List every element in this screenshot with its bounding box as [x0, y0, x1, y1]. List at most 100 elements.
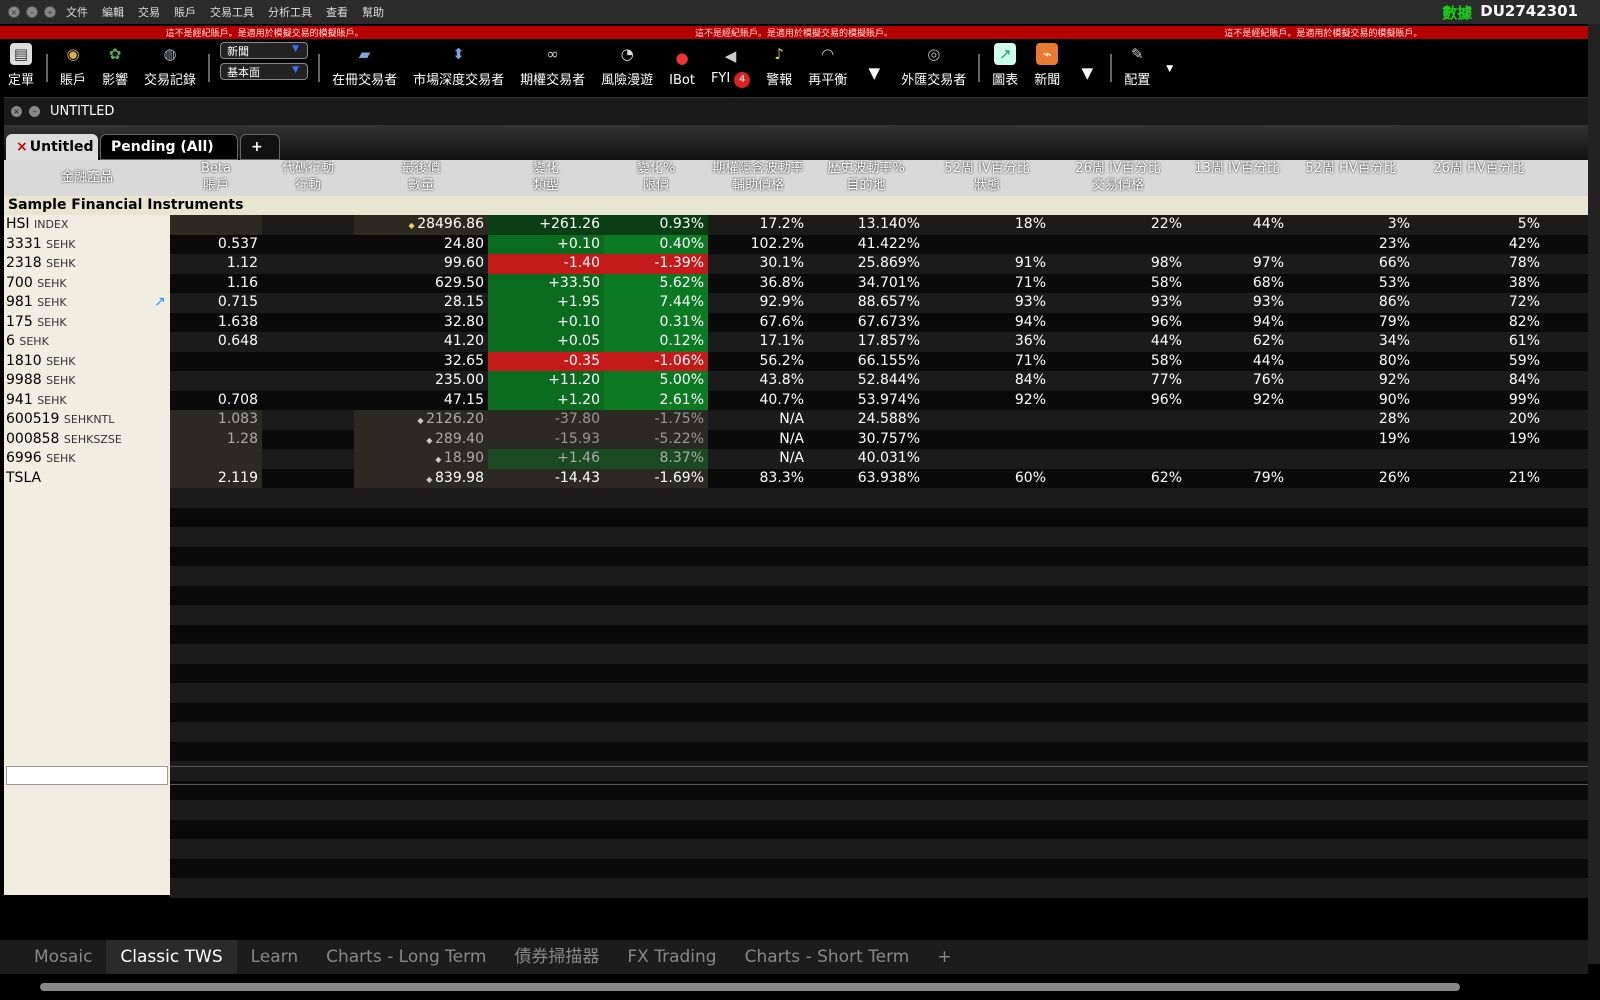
close-window-button[interactable]: × — [8, 6, 20, 18]
table-row[interactable]: 2318 SEHK 1.12 99.60 -1.40 -1.39% 30.1% 25.869… — [4, 254, 1588, 274]
book-trader-button[interactable]: ▰ 在冊交易者 — [332, 43, 397, 88]
col-beta[interactable]: Beta 賬戶 — [170, 160, 262, 194]
cell-pct: -5.22% — [604, 429, 708, 449]
config-dropdown[interactable]: ▼ — [1166, 64, 1173, 74]
close-icon[interactable]: × — [16, 139, 28, 155]
layout-tab[interactable]: Charts - Short Term — [731, 940, 924, 974]
vertical-scrollbar[interactable] — [1588, 24, 1600, 964]
tab-pending[interactable]: Pending (All) — [100, 134, 238, 160]
menu-bar: × – + 文件 編輯 交易 賬戶 交易工具 分析工具 查看 幫助 數據 DU2… — [0, 0, 1600, 24]
menu-trading-tools[interactable]: 交易工具 — [210, 4, 254, 20]
table-row[interactable]: 3331 SEHK 0.537 24.80 +0.10 0.40% 102.2% 41.42… — [4, 234, 1588, 255]
instrument-symbol[interactable]: 1810 SEHK — [6, 352, 166, 372]
fundamentals-dropdown[interactable]: 基本面 — [220, 63, 309, 80]
fx-trader-button[interactable]: ◎ 外匯交易者 — [901, 43, 966, 88]
menu-analysis-tools[interactable]: 分析工具 — [268, 4, 312, 20]
account-button[interactable]: ◉ 賬戶 — [60, 43, 86, 88]
add-tab-button[interactable]: + — [240, 134, 280, 160]
minimize-icon[interactable]: – — [29, 106, 40, 117]
menu-edit[interactable]: 編輯 — [102, 4, 124, 20]
table-row[interactable]: 9988 SEHK 235.00 +11.20 5.00% 43.8% 52.844% 84… — [4, 371, 1588, 391]
charts-button[interactable]: ↗ 圖表 — [992, 43, 1018, 88]
instrument-symbol[interactable]: 3331 SEHK — [6, 235, 166, 255]
col-label: 變化% — [636, 161, 676, 176]
ibot-button[interactable]: ● IBot — [669, 47, 695, 88]
trade-log-button[interactable]: ◍ 交易記錄 — [144, 43, 196, 88]
instrument-symbol[interactable]: 2318 SEHK — [6, 254, 166, 274]
instrument-symbol[interactable]: 9988 SEHK — [6, 371, 166, 391]
symbol-code: 700 — [6, 274, 33, 291]
depth-trader-button[interactable]: ⬍ 市場深度交易者 — [413, 43, 504, 88]
menu-help[interactable]: 幫助 — [362, 4, 384, 20]
news-dropdown[interactable]: 新聞 — [220, 42, 309, 59]
alert-button[interactable]: ♪ 警報 — [766, 43, 792, 88]
instrument-symbol[interactable]: HSI INDEX — [6, 215, 166, 235]
instrument-symbol[interactable]: 000858 SEHKSZSE — [6, 430, 166, 450]
col-label: 交易價格 — [1091, 178, 1144, 193]
col-iv26[interactable]: 26周 IV百分比 交易價格 — [1050, 160, 1186, 194]
impact-button[interactable]: ✿ 影響 — [102, 43, 128, 88]
more-tools-dropdown[interactable]: ▼ — [863, 62, 885, 88]
cell-iv26: 22% — [1150, 216, 1182, 232]
col-iv52[interactable]: 52周 IV百分比 狀態 — [924, 160, 1050, 194]
menu-file[interactable]: 文件 — [66, 4, 88, 20]
data-indicator[interactable]: 數據 — [1442, 2, 1472, 23]
horizontal-scrollbar[interactable] — [40, 983, 1460, 991]
instrument-symbol[interactable]: TSLA — [6, 469, 166, 489]
risk-navigator-button[interactable]: ◔ 風險漫遊 — [601, 43, 653, 88]
exchange-label: SEHK — [46, 354, 76, 368]
menu-trade[interactable]: 交易 — [138, 4, 160, 20]
rebalance-button[interactable]: ◠ 再平衡 — [808, 43, 847, 88]
instrument-symbol[interactable]: 600519 SEHKNTL — [6, 410, 166, 430]
layout-tab[interactable]: FX Trading — [613, 940, 730, 974]
instrument-symbol[interactable]: 6 SEHK — [6, 332, 166, 352]
instrument-symbol[interactable]: 175 SEHK — [6, 313, 166, 333]
table-row[interactable]: 1810 SEHK 32.65 -0.35 -1.06% 56.2% 66.155% 71%… — [4, 351, 1588, 372]
order-button[interactable]: ▤ 定單 — [8, 43, 34, 88]
col-hv26[interactable]: 26周 HV百分比 — [1414, 160, 1544, 177]
instrument-symbol[interactable]: 700 SEHK — [6, 274, 166, 294]
instrument-symbol[interactable]: 981 SEHK — [6, 293, 166, 313]
table-row[interactable]: 600519 SEHKNTL 1.083 ◆ 2126.20 -37.80 -1.75%… — [4, 410, 1588, 430]
col-iv13[interactable]: 13周 IV百分比 — [1186, 160, 1288, 177]
add-symbol-input[interactable] — [6, 766, 168, 785]
more-dropdown[interactable]: ▼ — [1076, 62, 1098, 88]
col-hv52[interactable]: 52周 HV百分比 — [1288, 160, 1414, 177]
col-change-pct[interactable]: 變化% 限價 — [604, 160, 708, 194]
col-action[interactable]: 代碼行動 行動 — [262, 160, 354, 194]
config-button[interactable]: ✎ 配置 — [1124, 43, 1150, 88]
col-last[interactable]: 最後價 數量 — [354, 160, 488, 194]
table-row[interactable]: 6 SEHK 0.648 41.20 +0.05 0.12% 17.1% 17.857% 36… — [4, 332, 1588, 352]
menu-account[interactable]: 賬戶 — [174, 4, 196, 20]
layout-tab[interactable]: Mosaic — [20, 940, 106, 974]
cell-pct: -1.69% — [604, 468, 708, 488]
layout-tab[interactable]: 債券掃描器 — [500, 940, 613, 974]
option-trader-button[interactable]: ∞ 期權交易者 — [520, 43, 585, 88]
instrument-symbol[interactable]: 6996 SEHK — [6, 449, 166, 469]
zoom-window-button[interactable]: + — [44, 6, 56, 18]
news-button[interactable]: ⌁ 新聞 — [1034, 43, 1060, 88]
col-implied-vol[interactable]: 期權隱含波動率 輔助價格 — [708, 160, 808, 194]
tab-untitled[interactable]: × Untitled — [6, 134, 98, 160]
col-change[interactable]: 變化 類型 — [488, 160, 604, 194]
layout-tab[interactable]: Charts - Long Term — [312, 940, 500, 974]
close-icon[interactable]: × — [11, 106, 22, 117]
col-instrument[interactable]: 金融產品 — [4, 160, 170, 196]
table-row[interactable]: TSLA 2.119 ◆ 839.98 -14.43 -1.69% 83.3% 63.93… — [4, 468, 1588, 489]
table-row[interactable]: 000858 SEHKSZSE 1.28 ◆ 289.40 -15.93 -5.22% N… — [4, 429, 1588, 450]
add-layout-button[interactable]: + — [923, 940, 965, 974]
table-row[interactable]: HSI INDEX ◆ 28496.86 +261.26 0.93% 17.2% 13.1… — [4, 215, 1588, 235]
minimize-window-button[interactable]: – — [26, 6, 38, 18]
table-row[interactable]: 6996 SEHK ◆ 18.90 +1.46 8.37% N/A 40.031% — [4, 449, 1588, 469]
table-row[interactable]: 981 SEHK 0.715 28.15 +1.95 7.44% 92.9% 88.657%… — [4, 293, 1588, 313]
fyi-button[interactable]: ◀ FYI 4 — [711, 45, 751, 88]
layout-tab[interactable]: Learn — [237, 940, 313, 974]
layout-tab[interactable]: Classic TWS — [106, 940, 237, 974]
table-row[interactable]: 700 SEHK 1.16 629.50 +33.50 5.62% 36.8% 34.701… — [4, 273, 1588, 294]
menu-view[interactable]: 查看 — [326, 4, 348, 20]
cell-iv52: 18% — [1014, 216, 1046, 232]
table-row[interactable]: 175 SEHK 1.638 32.80 +0.10 0.31% 67.6% 67.673%… — [4, 312, 1588, 333]
instrument-symbol[interactable]: 941 SEHK — [6, 391, 166, 411]
table-row[interactable]: 941 SEHK 0.708 47.15 +1.20 2.61% 40.7% 53.974%… — [4, 390, 1588, 411]
col-hist-vol[interactable]: 歷史波動率% 目的地 — [808, 160, 924, 194]
